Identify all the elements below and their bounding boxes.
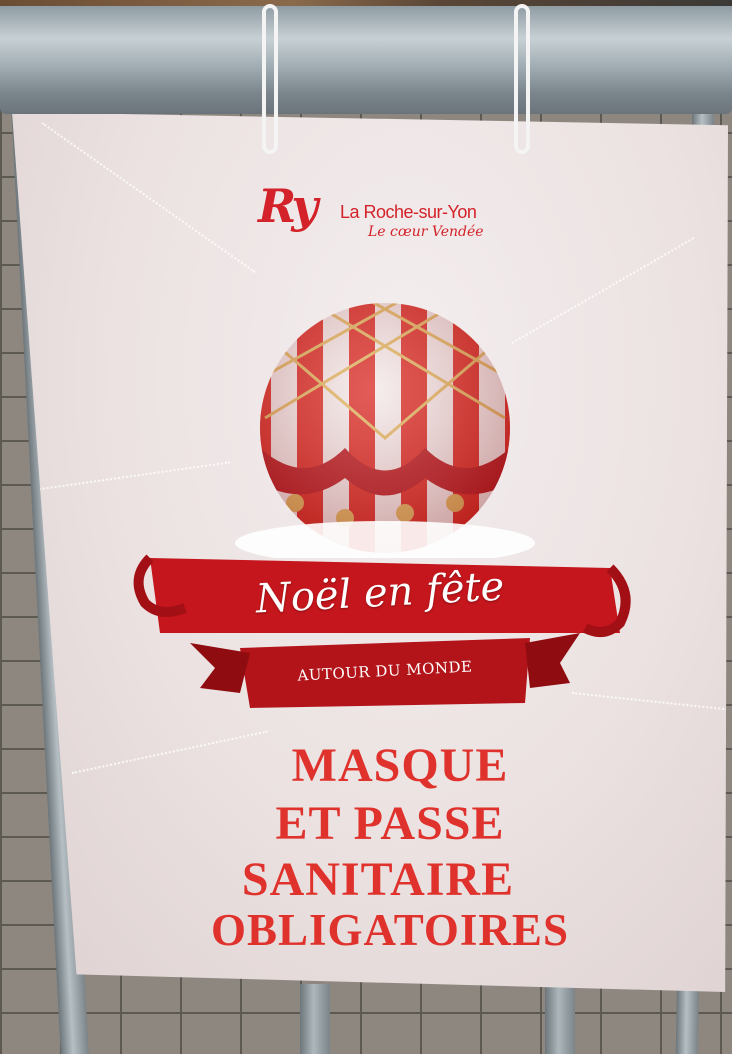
- light-garland: [12, 461, 230, 494]
- message-line-3: SANITAIRE: [241, 853, 515, 906]
- city-logo-mark: Ry: [258, 179, 318, 233]
- message-line-2: ET PASSE: [275, 797, 505, 850]
- cable-tie: [262, 4, 278, 154]
- message-line-1: MASQUE: [291, 739, 509, 792]
- banner-ribbon-icon: [133, 554, 631, 708]
- metal-barrier-rail: [0, 6, 732, 114]
- christmas-bauble-icon: [235, 303, 535, 558]
- light-garland: [41, 122, 256, 273]
- photo-scene: Ry La Roche-sur-Yon Le cœur Vendée Noël …: [0, 0, 732, 1054]
- message-line-4: OBLIGATOIRES: [211, 905, 569, 955]
- barrier-leg: [545, 984, 575, 1054]
- barrier-leg: [300, 984, 330, 1054]
- city-name: La Roche-sur-Yon: [340, 202, 477, 222]
- cable-tie: [514, 4, 530, 154]
- city-tagline: Le cœur Vendée: [368, 224, 484, 240]
